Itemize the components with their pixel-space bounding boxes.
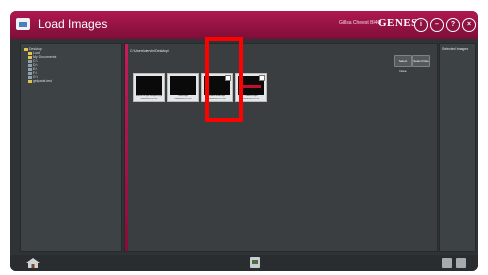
selected-images-title: Selected Images	[442, 47, 469, 51]
thumbnail-date: 26/08/2014 12:21	[140, 98, 158, 100]
help-button[interactable]: ?	[446, 18, 460, 32]
accept-images-button[interactable]	[456, 258, 466, 268]
title-bar: Load Images Gillsa Cheest Bl4Q GENESys i…	[10, 11, 478, 39]
thumbnail-date: 26/08/2014 12:35	[174, 98, 192, 100]
images-icon	[16, 18, 30, 30]
help-icon: ?	[450, 21, 456, 28]
info-button[interactable]: i	[414, 18, 428, 32]
minimize-button[interactable]: –	[430, 18, 444, 32]
select-files-button[interactable]: Select Files	[412, 55, 430, 67]
product-name: Gillsa Cheest Bl4Q	[339, 20, 382, 26]
tree-item-gelpads[interactable]: gelpads.test	[28, 79, 52, 83]
thumbnail-image	[136, 76, 162, 95]
accent-bar	[125, 44, 128, 251]
printer-icon[interactable]	[250, 257, 260, 268]
image-browser: C:\Users\dervin\Desktop\ Select None Sel…	[124, 43, 438, 252]
thumbnail-name: cams.sgd	[178, 95, 188, 97]
selected-images-panel: Selected Images	[439, 43, 476, 252]
select-none-button[interactable]: Select None	[394, 55, 412, 73]
app-window: Load Images Gillsa Cheest Bl4Q GENESys i…	[10, 11, 478, 271]
window-title: Load Images	[38, 17, 108, 31]
close-icon: ×	[466, 21, 472, 28]
path-bar: C:\Users\dervin\Desktop\	[130, 49, 169, 53]
remove-image-button[interactable]	[442, 258, 452, 268]
thumbnail-name: dab1b7ff6 gel analyzer.sgd	[135, 95, 163, 97]
bottom-toolbar	[10, 255, 478, 271]
folder-tree[interactable]: Desktop Loot My Documents C:\ D:\ E:\ F:…	[20, 43, 122, 252]
checkbox-icon[interactable]	[259, 75, 265, 81]
home-icon[interactable]	[26, 258, 40, 268]
red-band-icon	[241, 85, 261, 88]
thumbnail-image	[170, 76, 196, 95]
info-icon: i	[420, 21, 422, 28]
image-thumbnail[interactable]: cams.sgd 26/08/2014 12:35	[167, 73, 199, 102]
highlight-box	[205, 37, 243, 122]
folder-icon	[28, 79, 32, 83]
close-button[interactable]: ×	[462, 18, 476, 32]
minimize-icon: –	[435, 21, 439, 28]
image-thumbnail[interactable]: dab1b7ff6 gel analyzer.sgd 26/08/2014 12…	[133, 73, 165, 102]
